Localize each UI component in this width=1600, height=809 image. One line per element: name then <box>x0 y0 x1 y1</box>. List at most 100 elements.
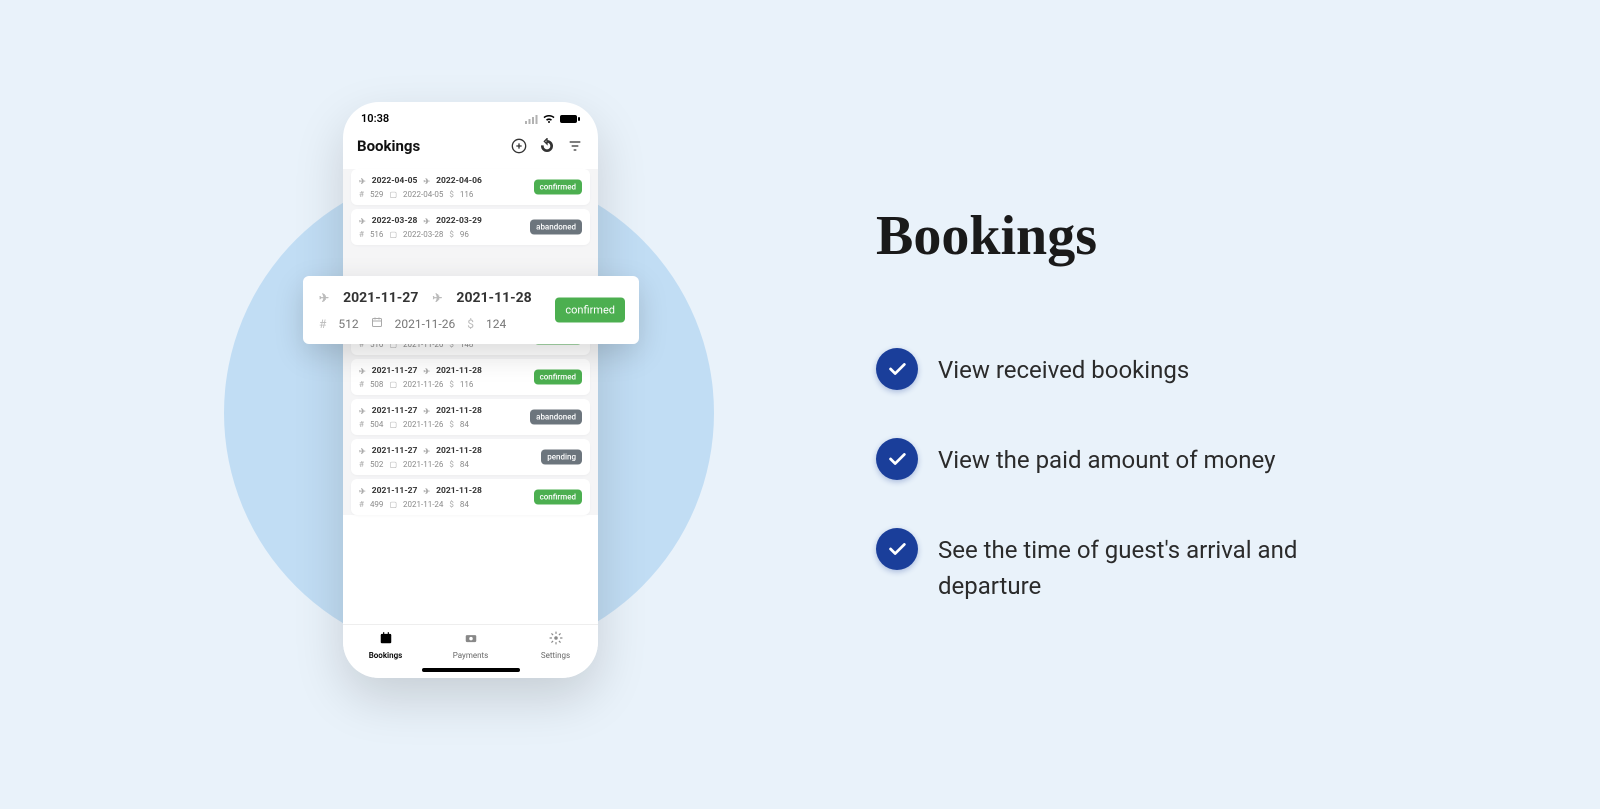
booking-amount: 116 <box>460 380 474 389</box>
arrival-icon: ✈ <box>359 177 366 186</box>
date-icon: ▢ <box>389 190 397 199</box>
booking-created: 2021-11-26 <box>403 380 443 389</box>
arrival-icon: ✈ <box>319 291 329 305</box>
page-title: Bookings <box>357 137 500 155</box>
highlight-status-badge: confirmed <box>555 298 625 323</box>
booking-checkout: 2021-11-28 <box>436 366 482 376</box>
money-icon: $ <box>449 500 454 509</box>
status-time: 10:38 <box>361 112 389 125</box>
booking-id: 499 <box>370 500 384 509</box>
tab-payments[interactable]: Payments <box>428 631 513 660</box>
status-badge: confirmed <box>534 180 582 195</box>
add-icon[interactable] <box>510 137 528 155</box>
feature-item: View the paid amount of money <box>876 438 1398 480</box>
id-icon: # <box>359 380 364 389</box>
departure-icon: ✈ <box>423 217 430 226</box>
feature-text: View received bookings <box>938 348 1189 388</box>
arrival-icon: ✈ <box>359 217 366 226</box>
headline: Bookings <box>876 204 1398 268</box>
departure-icon: ✈ <box>423 407 430 416</box>
id-icon: # <box>359 230 364 239</box>
booking-id: 508 <box>370 380 384 389</box>
arrival-icon: ✈ <box>359 447 366 456</box>
calendar-icon <box>343 631 428 649</box>
booking-id: 504 <box>370 420 384 429</box>
status-badge: abandoned <box>530 410 582 425</box>
status-bar: 10:38 <box>343 102 598 125</box>
marketing-panel: Bookings View received bookings View the… <box>876 204 1398 652</box>
feature-item: View received bookings <box>876 348 1398 390</box>
booking-card[interactable]: ✈ 2022-04-05 ✈ 2022-04-06 #529 ▢ 2022-04-… <box>351 169 590 205</box>
arrival-icon: ✈ <box>359 367 366 376</box>
id-icon: # <box>359 190 364 199</box>
tab-settings[interactable]: Settings <box>513 631 598 660</box>
booking-checkout: 2021-11-28 <box>436 486 482 496</box>
id-icon: # <box>359 500 364 509</box>
booking-card[interactable]: ✈ 2021-11-27 ✈ 2021-11-28 #508 ▢ 2021-11-… <box>351 359 590 395</box>
booking-checkout: 2022-03-29 <box>436 216 482 226</box>
id-icon: # <box>359 460 364 469</box>
status-icons <box>524 114 580 124</box>
check-icon <box>876 528 918 570</box>
arrival-icon: ✈ <box>359 407 366 416</box>
money-icon: $ <box>449 420 454 429</box>
status-badge: pending <box>541 450 582 465</box>
booking-checkin: 2021-11-27 <box>372 406 418 416</box>
feature-text: See the time of guest's arrival and depa… <box>938 528 1398 604</box>
booking-amount: 116 <box>460 190 474 199</box>
tab-label: Bookings <box>369 651 403 660</box>
tab-bookings[interactable]: Bookings <box>343 631 428 660</box>
booking-created: 2022-04-05 <box>403 190 443 199</box>
feature-text: View the paid amount of money <box>938 438 1275 478</box>
highlight-checkout: 2021-11-28 <box>456 290 531 306</box>
booking-card[interactable]: ✈ 2021-11-27 ✈ 2021-11-28 #502 ▢2021-11-… <box>351 439 590 475</box>
feature-item: See the time of guest's arrival and depa… <box>876 528 1398 604</box>
booking-amount: 84 <box>460 500 469 509</box>
highlight-id: 512 <box>338 317 358 331</box>
highlight-checkin: 2021-11-27 <box>343 290 418 306</box>
booking-card[interactable]: ✈ 2021-11-27 ✈ 2021-11-28 #504 ▢2021-11-… <box>351 399 590 435</box>
date-icon: ▢ <box>389 500 397 509</box>
booking-id: 502 <box>370 460 384 469</box>
departure-icon: ✈ <box>423 177 430 186</box>
id-icon: # <box>359 420 364 429</box>
battery-icon <box>560 114 580 124</box>
booking-checkin: 2022-04-05 <box>372 176 418 186</box>
highlighted-booking-card[interactable]: ✈ 2021-11-27 ✈ 2021-11-28 # 512 2021-11-… <box>303 276 639 344</box>
money-icon: $ <box>449 460 454 469</box>
money-icon: $ <box>449 190 454 199</box>
date-icon: ▢ <box>389 420 397 429</box>
date-icon <box>371 316 383 331</box>
booking-checkout: 2022-04-06 <box>436 176 482 186</box>
booking-card[interactable]: ✈ 2021-11-27 ✈ 2021-11-28 #499 ▢2021-11-… <box>351 479 590 515</box>
booking-id: 516 <box>370 230 384 239</box>
booking-amount: 96 <box>460 230 469 239</box>
check-icon <box>876 348 918 390</box>
money-icon: $ <box>467 317 474 331</box>
arrival-icon: ✈ <box>359 487 366 496</box>
booking-checkin: 2022-03-28 <box>372 216 418 226</box>
refresh-icon[interactable] <box>538 137 556 155</box>
booking-checkout: 2021-11-28 <box>436 446 482 456</box>
booking-checkin: 2021-11-27 <box>372 366 418 376</box>
booking-card[interactable]: ✈ 2022-03-28 ✈ 2022-03-29 #516 ▢2022-03-… <box>351 209 590 245</box>
date-icon: ▢ <box>389 380 397 389</box>
booking-created: 2022-03-28 <box>403 230 443 239</box>
booking-id: 529 <box>370 190 384 199</box>
highlight-created: 2021-11-26 <box>395 317 456 331</box>
booking-created: 2021-11-26 <box>403 420 443 429</box>
booking-created: 2021-11-24 <box>403 500 443 509</box>
status-badge: abandoned <box>530 220 582 235</box>
highlight-amount: 124 <box>486 317 506 331</box>
home-indicator <box>422 668 520 672</box>
booking-created: 2021-11-26 <box>403 460 443 469</box>
tab-label: Payments <box>453 651 489 660</box>
app-bar: Bookings <box>343 125 598 165</box>
departure-icon: ✈ <box>423 367 430 376</box>
tab-label: Settings <box>541 651 570 660</box>
id-icon: # <box>319 317 326 331</box>
booking-amount: 84 <box>460 460 469 469</box>
booking-checkin: 2021-11-27 <box>372 486 418 496</box>
payments-icon <box>428 631 513 649</box>
filter-icon[interactable] <box>566 137 584 155</box>
